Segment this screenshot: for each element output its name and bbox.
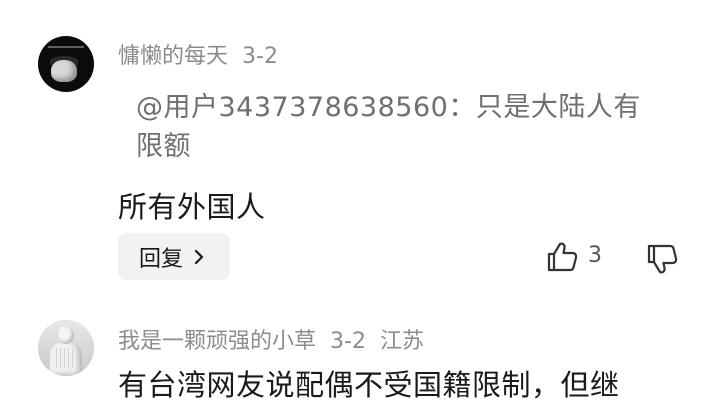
quote-line: 限额 <box>136 131 191 162</box>
reply-button[interactable]: 回复 <box>118 233 230 280</box>
comment-location: 江苏 <box>379 329 424 354</box>
like-count: 3 <box>588 243 602 268</box>
username[interactable]: 我是一颗顽强的小草 <box>118 329 316 354</box>
thumbs-down-icon[interactable] <box>644 241 680 277</box>
chevron-right-icon <box>189 247 209 267</box>
comment-header: 慵懒的每天 3-2 <box>118 38 278 70</box>
thumbs-up-icon[interactable] <box>544 239 580 275</box>
comment-date: 3-2 <box>330 329 366 354</box>
reply-label: 回复 <box>138 246 183 272</box>
comment-date: 3-2 <box>242 44 278 69</box>
quote-line: @用户3437378638560：只是大陆人有 <box>136 92 641 123</box>
comment-header: 我是一颗顽强的小草 3-2 江苏 <box>118 323 424 355</box>
avatar-detail <box>56 348 76 368</box>
avatar[interactable] <box>38 36 94 92</box>
avatar-detail <box>58 326 74 344</box>
avatar[interactable] <box>38 320 94 376</box>
avatar-detail <box>51 60 77 82</box>
username[interactable]: 慵懒的每天 <box>118 44 228 69</box>
comment-text: 有台湾网友说配偶不受国籍限制，但继 <box>118 368 620 402</box>
comment-text: 所有外国人 <box>118 190 266 224</box>
avatar-detail <box>48 46 84 54</box>
quoted-reply: @用户3437378638560：只是大陆人有 限额 <box>136 88 676 166</box>
